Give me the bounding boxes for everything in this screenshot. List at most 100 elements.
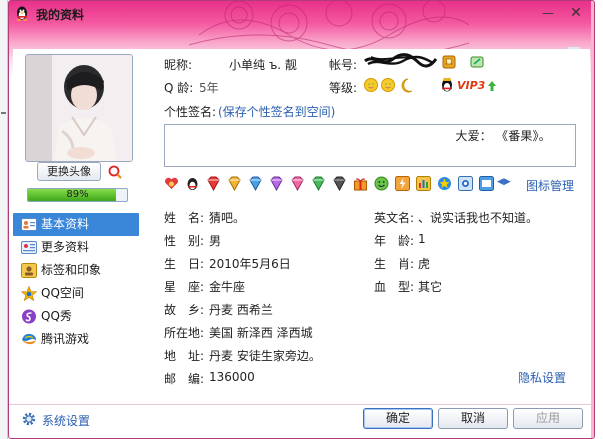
title-bar: 我的资料 — ✕ (9, 1, 594, 25)
sidebar-item-label: QQ空间 (41, 286, 84, 300)
icon-tag-row (164, 176, 514, 192)
yellow-diamond-icon[interactable] (227, 176, 242, 191)
purple-diamond-icon[interactable] (269, 176, 284, 191)
search-icon[interactable] (107, 164, 123, 180)
constellation-label: 星 座: (164, 280, 205, 294)
gear-icon (22, 412, 36, 426)
signature-input[interactable]: 大爱： 《番果》。 (164, 124, 576, 167)
english-name-label: 英文名: (374, 211, 415, 225)
qage-label: Q 龄: (164, 81, 194, 95)
name-value[interactable]: 猜吧。 (209, 209, 245, 226)
green-diamond-icon[interactable] (311, 176, 326, 191)
gift-icon[interactable] (353, 176, 368, 191)
qq-penguin-icon (17, 6, 27, 21)
gender-label: 性 别: (164, 234, 205, 248)
smile-tag-icon[interactable] (374, 176, 389, 191)
penguin-tag-icon[interactable] (185, 176, 200, 191)
cancel-button[interactable]: 取消 (438, 408, 508, 429)
profile-completeness-bar: 89% (27, 188, 128, 202)
sidebar-item-label: 更多资料 (41, 240, 90, 254)
postcode-label: 邮 编: (164, 372, 205, 386)
sidebar-item-games[interactable]: 腾讯游戏 (13, 328, 141, 351)
edit-icon[interactable] (470, 55, 484, 69)
photo-tag-icon[interactable] (458, 176, 473, 191)
close-button[interactable]: ✕ (564, 4, 588, 22)
pink-diamond-icon[interactable] (290, 176, 305, 191)
blood-type-value[interactable]: 其它 (418, 278, 442, 295)
name-label: 姓 名: (164, 211, 205, 225)
address-label: 地 址: (164, 349, 205, 363)
icon-settings-link[interactable]: 图标管理 (526, 177, 574, 194)
profile-window: 我的资料 — ✕ 更换头像 89% 基本资料 更多资料 标签和印象 QQ空间 Q… (8, 0, 595, 439)
signature-label: 个性签名: (164, 105, 217, 119)
sidebar-item-label: QQ秀 (41, 309, 72, 323)
level-label: 等级: (329, 81, 358, 95)
account-label: 帐号: (329, 58, 358, 72)
vip-penguin-icon[interactable] (439, 77, 455, 93)
blue-diamond-icon[interactable] (248, 176, 263, 191)
sidebar-item-qqshow[interactable]: QQ秀 (13, 305, 141, 328)
qzone-icon (21, 286, 37, 301)
privacy-settings-link[interactable]: 隐私设置 (518, 369, 566, 386)
age-value: 1 (418, 232, 426, 246)
change-avatar-button[interactable]: 更换头像 (37, 162, 101, 181)
constellation-value: 金牛座 (209, 280, 246, 294)
sidebar-item-label: 标签和印象 (41, 263, 102, 277)
sidebar-item-basic-info[interactable]: 基本资料 (13, 213, 139, 236)
sidebar-item-tags[interactable]: 标签和印象 (13, 259, 141, 282)
apply-button[interactable]: 应用 (513, 408, 583, 429)
avatar[interactable] (25, 54, 133, 162)
client-area: 更换头像 89% 基本资料 更多资料 标签和印象 QQ空间 QQ秀 腾讯游戏 昵… (13, 49, 590, 404)
qqshow-icon (22, 309, 36, 324)
birthday-label: 生 日: (164, 257, 205, 271)
avatar-photo (26, 55, 132, 161)
hat-icon[interactable] (442, 55, 456, 69)
sidebar-item-label: 基本资料 (41, 217, 90, 231)
nickname-value[interactable]: 小单纯 ъ. 靓 (229, 56, 297, 73)
red-diamond-icon[interactable] (206, 176, 221, 191)
hometown-value[interactable]: 丹麦 西希兰 (209, 301, 273, 318)
english-name-value[interactable]: 、说实话我也不知道。 (418, 209, 538, 226)
account-scribble (364, 53, 438, 68)
tag-icon (21, 263, 37, 278)
sidebar-item-label: 腾讯游戏 (41, 332, 90, 346)
address-value[interactable]: 丹麦 安徒生家旁边。 (209, 347, 321, 364)
desktop-strip (0, 0, 8, 439)
game-icon (22, 333, 36, 345)
system-settings-link[interactable]: 系统设置 (21, 412, 90, 429)
black-diamond-icon[interactable] (332, 176, 347, 191)
age-label: 年 龄: (374, 234, 415, 248)
nickname-label: 昵称: (164, 58, 193, 72)
bar-chart-tag-icon[interactable] (416, 176, 431, 191)
more-info-icon (21, 241, 37, 254)
heart-qq-icon[interactable] (164, 176, 179, 191)
save-signature-link[interactable]: (保存个性签名到空间) (218, 103, 335, 120)
colorful-star-icon[interactable] (437, 176, 452, 191)
zodiac-value: 虎 (418, 257, 431, 271)
location-label: 所在地: (164, 326, 205, 340)
sidebar-item-more-info[interactable]: 更多资料 (13, 236, 141, 259)
gender-value[interactable]: 男 (209, 232, 221, 249)
ok-button[interactable]: 确定 (363, 408, 433, 429)
arrow-up-icon (488, 81, 496, 91)
lightning-icon[interactable] (395, 176, 410, 191)
location-value[interactable]: 美国 新泽西 泽西城 (209, 324, 313, 341)
desktop-mark (1, 112, 6, 114)
video-tag-icon[interactable] (479, 176, 494, 191)
level-sun-moon-icon (364, 78, 413, 93)
contact-card-icon (21, 218, 37, 231)
birthday-value[interactable]: 2010年5月6日 (209, 255, 291, 272)
blood-type-label: 血 型: (374, 280, 415, 294)
sidebar-nav: 基本资料 更多资料 标签和印象 QQ空间 QQ秀 腾讯游戏 (13, 213, 141, 351)
hometown-label: 故 乡: (164, 303, 205, 317)
postcode-value[interactable]: 136000 (209, 370, 255, 384)
minimize-button[interactable]: — (536, 4, 560, 22)
zodiac-label: 生 肖: (374, 257, 415, 271)
progress-text: 89% (66, 189, 89, 200)
icon-row-arrows[interactable]: ◀▶ (497, 177, 511, 187)
window-title: 我的资料 (36, 8, 85, 22)
qage-value: 5年 (199, 81, 219, 95)
sidebar-item-qzone[interactable]: QQ空间 (13, 282, 141, 305)
vip-badge[interactable]: VIP3 (457, 79, 485, 92)
footer-divider (9, 404, 594, 405)
